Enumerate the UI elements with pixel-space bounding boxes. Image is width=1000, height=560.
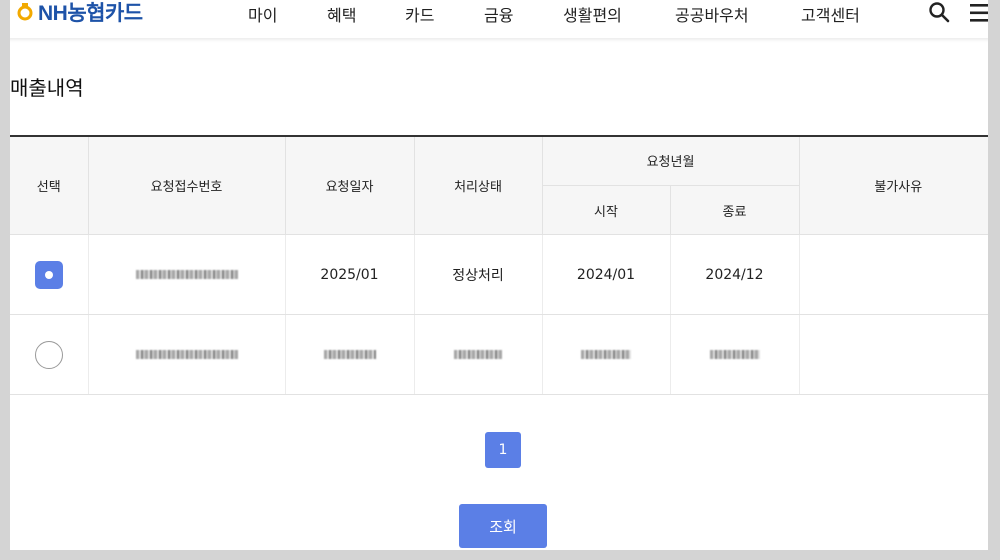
status-cell — [414, 314, 543, 395]
page-1-button[interactable]: 1 — [485, 432, 521, 468]
reason-cell — [799, 234, 997, 315]
header-start: 시작 — [542, 185, 671, 235]
status-cell: 정상처리 — [414, 234, 543, 315]
frame-border-right — [988, 0, 1000, 560]
table-row[interactable]: 2025/01 정상처리 2024/01 2024/12 — [10, 234, 997, 315]
redacted-end — [709, 350, 760, 359]
nav-item-voucher[interactable]: 공공바우처 — [675, 2, 749, 26]
top-header: NH농협카드 마이 혜택 카드 금융 생활편의 공공바우처 고객센터 — [0, 0, 1000, 38]
header-end: 종료 — [669, 185, 799, 235]
nav-item-card[interactable]: 카드 — [405, 2, 434, 26]
row-radio-selected[interactable] — [34, 260, 63, 289]
redacted-status — [454, 350, 502, 359]
redacted-request-number — [135, 350, 238, 359]
start-cell: 2024/01 — [542, 234, 671, 315]
reason-cell — [799, 314, 997, 395]
nav-item-life[interactable]: 생활편의 — [563, 2, 622, 26]
frame-border-left — [0, 0, 10, 560]
redacted-start — [581, 350, 631, 359]
query-button[interactable]: 조회 — [459, 504, 547, 548]
request-number-cell — [88, 234, 286, 315]
redacted-request-date — [323, 350, 376, 359]
header-reject-reason: 불가사유 — [798, 135, 997, 235]
logo-text: NH농협카드 — [38, 2, 143, 25]
header-request-period: 요청년월 — [541, 135, 800, 186]
row-select-cell[interactable] — [10, 234, 89, 315]
sales-history-table: 선택 요청접수번호 요청일자 처리상태 요청년월 불가사유 시작 종료 2025… — [10, 135, 997, 395]
table-row[interactable] — [10, 314, 997, 395]
nav-item-benefits[interactable]: 혜택 — [327, 2, 356, 26]
nav-item-customer-center[interactable]: 고객센터 — [801, 2, 860, 26]
page-title: 매출내역 — [10, 76, 84, 100]
redacted-request-number — [135, 270, 238, 279]
header-status: 처리상태 — [413, 135, 543, 235]
request-number-cell — [88, 314, 286, 395]
table-top-border — [10, 135, 997, 137]
end-cell: 2024/12 — [670, 234, 800, 315]
header-select: 선택 — [10, 135, 89, 235]
row-radio-unselected[interactable] — [34, 340, 63, 369]
start-cell — [542, 314, 671, 395]
search-icon[interactable] — [928, 1, 950, 23]
row-select-cell[interactable] — [10, 314, 89, 395]
request-date-cell: 2025/01 — [285, 234, 415, 315]
request-date-cell — [285, 314, 415, 395]
frame-border-bottom — [0, 550, 1000, 560]
nh-logo-icon — [17, 3, 33, 21]
nav-item-finance[interactable]: 금융 — [484, 2, 513, 26]
end-cell — [670, 314, 800, 395]
header-request-number: 요청접수번호 — [87, 135, 286, 235]
nh-card-logo[interactable]: NH농협카드 — [16, 0, 143, 25]
nav-item-my[interactable]: 마이 — [248, 2, 277, 26]
header-request-date: 요청일자 — [284, 135, 415, 235]
